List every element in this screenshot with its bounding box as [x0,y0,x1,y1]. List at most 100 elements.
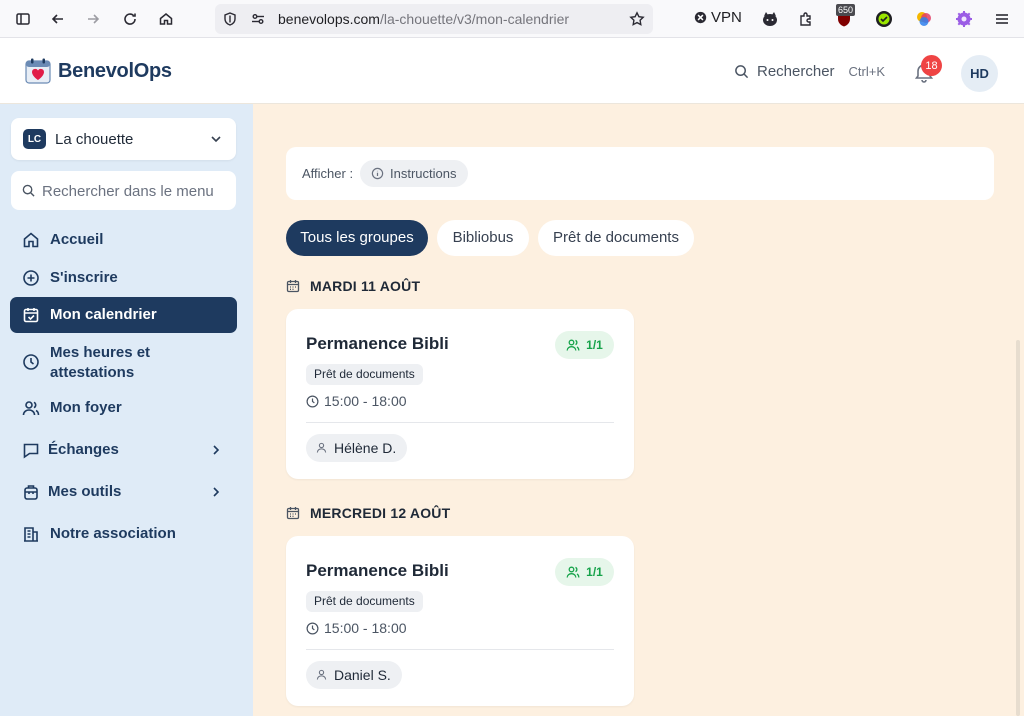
avatar[interactable]: HD [961,55,998,92]
tab-pret-de-documents[interactable]: Prêt de documents [538,220,694,256]
global-search-button[interactable]: Rechercher Ctrl+K [734,63,885,80]
building-icon [24,527,38,542]
gear-extension-icon[interactable] [954,9,974,29]
global-search-label: Rechercher [757,63,835,80]
users-icon [22,401,40,416]
browser-toolbar: benevolops.com/la-chouette/v3/mon-calend… [0,0,1024,38]
tab-tous-les-groupes[interactable]: Tous les groupes [286,220,428,256]
capacity-badge: 1/1 [555,558,614,586]
info-icon [371,167,384,180]
sidebar-item-label: Mon calendrier [50,306,157,323]
sidebar-item-label: Mes heures et attestations [50,344,151,381]
clock-icon [23,354,39,370]
sidebar-item-label: Mes outils [48,483,122,500]
organization-selector[interactable]: LC La chouette [11,118,236,160]
card-divider [306,422,614,423]
event-title: Permanence Bibli [306,561,449,580]
org-name: La chouette [55,131,134,148]
chevron-right-icon [213,487,220,497]
sidebar-item-label: Mon foyer [50,399,122,416]
logo[interactable]: BenevolOps [24,57,172,85]
sidebar-item-echanges[interactable]: Échanges [10,437,237,463]
sidebar-item-label: Accueil [50,231,104,248]
site-settings-icon[interactable] [247,8,269,30]
user-icon [316,669,327,680]
forward-icon[interactable] [82,8,104,30]
calendar-heart-logo-icon [25,58,51,84]
calendar-check-icon [23,308,39,323]
vpn-label: VPN [711,9,742,26]
shield-icon[interactable] [219,8,241,30]
url-path: /la-chouette/v3/mon-calendrier [379,11,570,27]
sidebar-item-mes-heures[interactable]: Mes heures et attestations [10,342,237,384]
back-icon[interactable] [47,8,69,30]
color-extension-icon[interactable] [914,9,934,29]
card-divider [306,649,614,650]
filter-label: Afficher : [302,166,354,181]
menu-hamburger-icon[interactable] [992,9,1012,29]
scrollbar[interactable] [1016,340,1020,716]
tab-bibliobus[interactable]: Bibliobus [437,220,529,256]
sidebar-item-label: Notre association [50,525,176,542]
search-icon [735,65,749,79]
url-bar[interactable]: benevolops.com/la-chouette/v3/mon-calend… [215,4,653,34]
sidebar-item-mon-foyer[interactable]: Mon foyer [10,395,237,421]
ublock-count-badge: 650 [836,4,856,16]
volunteer-chip[interactable]: Daniel S. [306,661,402,689]
url-domain: benevolops.com [278,11,380,27]
event-card[interactable]: Permanence Bibli 1/1 Prêt de documents 1… [286,309,634,479]
reload-icon[interactable] [119,8,141,30]
day-heading-text: MARDI 11 AOÛT [310,278,421,294]
day-heading-text: MERCREDI 12 AOÛT [310,505,451,521]
home-icon [23,232,39,248]
sidebar-item-label: Échanges [48,441,119,458]
menu-search-input[interactable] [42,180,232,202]
users-icon [566,339,580,351]
sidebar-item-notre-association[interactable]: Notre association [10,521,237,547]
search-shortcut: Ctrl+K [848,64,886,79]
bookmark-star-icon[interactable] [626,8,648,30]
app-header: BenevolOps Rechercher Ctrl+K HD [0,39,1024,104]
sidebar-toggle-icon[interactable] [12,8,34,30]
puzzle-extensions-icon[interactable] [796,9,816,29]
capacity-value: 1/1 [586,565,603,579]
day-heading: MERCREDI 12 AOÛT [286,505,450,521]
group-tag: Prêt de documents [306,591,423,612]
sidebar-item-label: S'inscrire [50,269,118,286]
event-card[interactable]: Permanence Bibli 1/1 Prêt de documents 1… [286,536,634,706]
sidebar-item-sinscrire[interactable]: S'inscrire [10,265,237,291]
home-browser-icon[interactable] [155,8,177,30]
instructions-toggle[interactable]: Instructions [360,160,469,187]
calendar-icon [286,507,300,520]
chevron-down-icon [211,136,221,143]
plus-circle-icon [23,270,39,286]
vpn-extension[interactable]: VPN [694,9,742,26]
capacity-badge: 1/1 [555,331,614,359]
calendar-icon [286,280,300,293]
sidebar-item-accueil[interactable]: Accueil [10,227,237,253]
volunteer-chip[interactable]: Hélène D. [306,434,408,462]
event-time-text: 15:00 - 18:00 [324,393,407,409]
clock-icon [306,395,319,407]
group-tag: Prêt de documents [306,364,423,385]
sidebar-item-mon-calendrier[interactable]: Mon calendrier [10,297,237,333]
org-badge: LC [23,129,46,149]
url-text: benevolops.com/la-chouette/v3/mon-calend… [278,11,569,27]
volunteer-name: Daniel S. [334,667,391,683]
main-content: Afficher : Instructions Tous les groupes… [253,104,1024,716]
sidebar: LC La chouette Accueil S'inscrire Mon ca… [0,104,253,716]
capacity-value: 1/1 [586,338,603,352]
users-icon [566,566,580,578]
cat-extension-icon[interactable] [760,9,780,29]
user-icon [316,442,327,453]
notification-count-badge: 18 [921,55,942,76]
menu-search [11,171,236,210]
instructions-label: Instructions [390,166,457,181]
clock-icon [306,622,319,634]
display-filter-bar: Afficher : Instructions [286,147,994,200]
check-extension-icon[interactable] [874,9,894,29]
vpn-icon [694,11,707,24]
chat-icon [23,443,39,459]
logo-text: BenevolOps [58,59,172,82]
sidebar-item-mes-outils[interactable]: Mes outils [10,479,237,505]
